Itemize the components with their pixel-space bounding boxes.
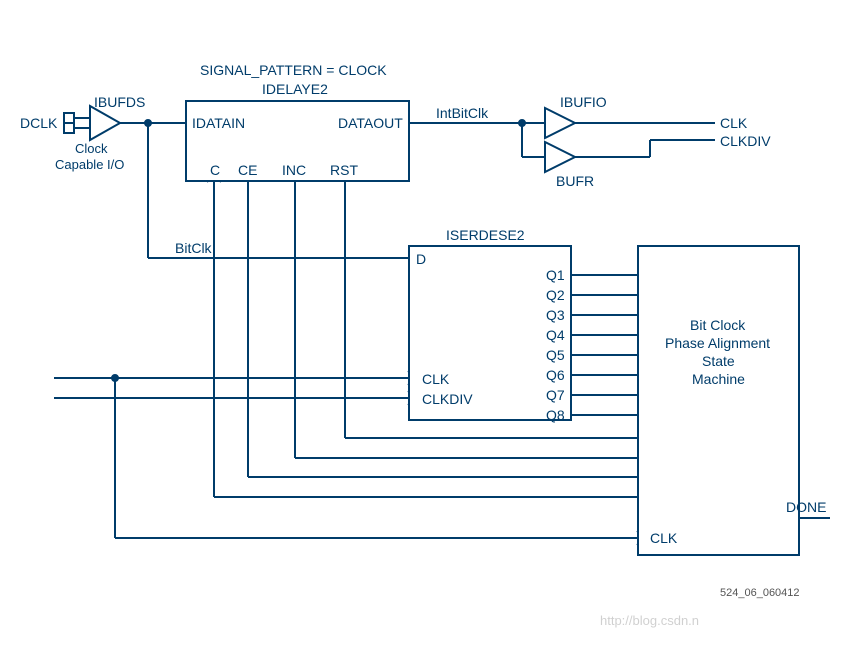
watermark-blog: http://blog.csdn.n [600,613,699,628]
ibufds-label: IBUFDS [94,95,145,109]
q8-label: Q8 [546,408,565,422]
clock-capable-io-2: Capable I/O [55,158,124,171]
bufr-label: BUFR [556,174,594,188]
dataout-label: DATAOUT [338,116,403,130]
q2-label: Q2 [546,288,565,302]
done-label: DONE [786,500,826,514]
sm-line1: Bit Clock [690,318,745,332]
signal-pattern-label: SIGNAL_PATTERN = CLOCK [200,63,387,77]
c-pin-label: C [210,163,220,177]
idatain-label: IDATAIN [192,116,245,130]
d-pin-label: D [416,252,426,266]
q6-label: Q6 [546,368,565,382]
q4-label: Q4 [546,328,565,342]
clock-capable-io-1: Clock [75,142,108,155]
rst-pin-label: RST [330,163,358,177]
iserdese2-title: ISERDESE2 [446,228,525,242]
inc-pin-label: INC [282,163,306,177]
q1-label: Q1 [546,268,565,282]
bitclk-label: BitClk [175,241,212,255]
q7-label: Q7 [546,388,565,402]
clk-out-label: CLK [720,116,747,130]
q5-label: Q5 [546,348,565,362]
clkdiv-out-label: CLKDIV [720,134,771,148]
ce-pin-label: CE [238,163,257,177]
sm-line4: Machine [692,372,745,386]
idelaye2-title: IDELAYE2 [262,82,328,96]
sm-line2: Phase Alignment [665,336,770,350]
state-machine-block [637,245,800,556]
intbitclk-label: IntBitClk [436,106,488,120]
sm-line3: State [702,354,735,368]
clk-sm-label: CLK [650,531,677,545]
clkdiv-in-label: CLKDIV [422,392,473,406]
ibufio-label: IBUFIO [560,95,607,109]
dclk-label: DCLK [20,116,57,130]
figure-id-label: 524_06_060412 [720,588,800,599]
clk-in-label: CLK [422,372,449,386]
q3-label: Q3 [546,308,565,322]
